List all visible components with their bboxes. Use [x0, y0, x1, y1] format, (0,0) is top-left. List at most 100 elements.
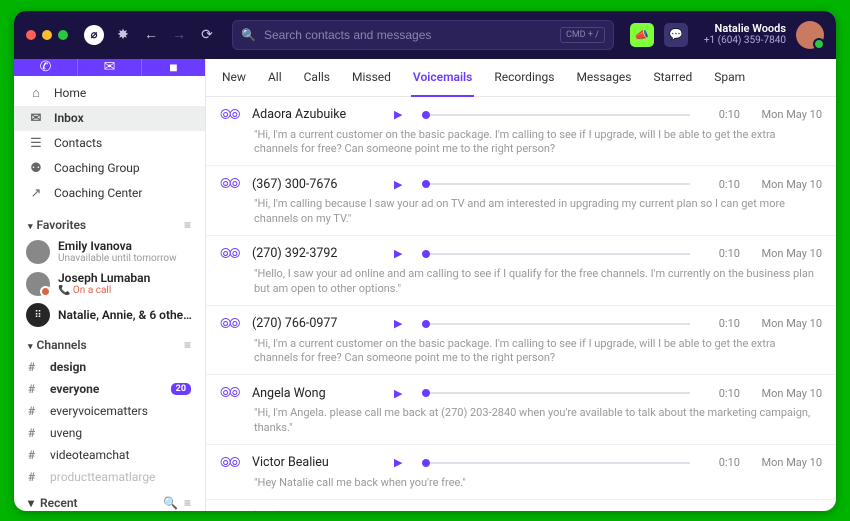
chevron-down-icon: ▾ [28, 222, 33, 232]
forward-icon[interactable]: → [170, 26, 188, 43]
hash-icon: # [28, 382, 40, 396]
nav-home[interactable]: ⌂Home [14, 80, 205, 106]
refresh-icon[interactable]: ⟳ [198, 27, 216, 43]
search-input[interactable] [264, 28, 552, 42]
channels-label: Channels [37, 338, 87, 352]
megaphone-icon: 📣 [634, 28, 649, 42]
video-button[interactable]: ■ [141, 59, 205, 76]
external-icon: ↗ [28, 186, 44, 201]
play-button[interactable]: ▶ [394, 108, 402, 121]
tab-messages[interactable]: Messages [574, 59, 633, 95]
maximize-window[interactable] [58, 30, 68, 40]
reorder-icon[interactable]: ≡ [184, 218, 191, 232]
reorder-icon[interactable]: ≡ [184, 338, 191, 352]
channel-everyone[interactable]: #everyone20 [14, 378, 205, 400]
settings-icon[interactable]: ✸ [114, 27, 132, 43]
back-icon[interactable]: ← [142, 26, 160, 43]
play-button[interactable]: ▶ [394, 317, 402, 330]
tab-recordings[interactable]: Recordings [492, 59, 556, 95]
tab-missed[interactable]: Missed [350, 59, 393, 95]
channel-name: productteamatlarge [50, 470, 155, 484]
voicemail-row[interactable]: ⦾⦾(270) 392-3792▶0:10Mon May 10"Hello, I… [206, 236, 836, 306]
reorder-icon[interactable]: ≡ [184, 496, 191, 510]
progress-track[interactable] [422, 462, 690, 464]
announce-button[interactable]: 📣 [630, 23, 654, 47]
user-avatar[interactable] [796, 21, 824, 49]
channel-everyvoicematters[interactable]: #everyvoicematters [14, 400, 205, 422]
search-bar[interactable]: 🔍 CMD + / [232, 20, 614, 50]
voicemail-row[interactable]: ⦾⦾(367) 300-7676▶0:10Mon May 10"Hi, I'm … [206, 166, 836, 236]
tab-new[interactable]: New [220, 59, 248, 95]
voicemail-icon: ⦾⦾ [220, 176, 240, 192]
favorite-status: Unavailable until tomorrow [58, 253, 177, 265]
voicemail-row[interactable]: ⦾⦾Victor Bealieu▶0:10Mon May 10"Hey Nata… [206, 445, 836, 500]
filter-tabs: New All Calls Missed Voicemails Recordings Mes… [206, 59, 836, 97]
nav-contacts[interactable]: ☰Contacts [14, 131, 205, 156]
favorites-label: Favorites [37, 218, 87, 232]
nav-label: Coaching Group [54, 161, 140, 175]
progress-track[interactable] [422, 183, 690, 185]
chat-button[interactable]: 💬 [664, 23, 688, 47]
action-bar: ✆ ✉ ■ [14, 59, 205, 76]
voicemail-icon: ⦾⦾ [220, 246, 240, 262]
progress-track[interactable] [422, 253, 690, 255]
hash-icon: # [28, 426, 40, 440]
channel-productteamatlarge[interactable]: # productteamatlarge [14, 466, 205, 488]
window-controls [26, 30, 68, 40]
message-icon: ✉ [104, 59, 116, 75]
duration: 0:10 [710, 178, 740, 191]
play-button[interactable]: ▶ [394, 456, 402, 469]
favorite-name: Joseph Lumaban [58, 271, 150, 285]
date: Mon May 10 [752, 108, 822, 121]
hash-icon: # [28, 470, 40, 484]
video-icon: ■ [169, 59, 177, 76]
voicemail-icon: ⦾⦾ [220, 316, 240, 332]
play-button[interactable]: ▶ [394, 387, 402, 400]
play-button[interactable]: ▶ [394, 247, 402, 260]
transcript: "Hello, I saw your ad online and am call… [220, 262, 822, 297]
play-button[interactable]: ▶ [394, 178, 402, 191]
voicemail-row[interactable]: ⦾⦾Angela Wong▶0:10Mon May 10"Hi, I'm Ang… [206, 375, 836, 445]
voicemail-icon: ⦾⦾ [220, 107, 240, 123]
nav-external[interactable]: ↗Coaching Center [14, 181, 205, 206]
transcript: "Hi, I'm calling because I saw your ad o… [220, 192, 822, 227]
home-icon: ⌂ [28, 85, 44, 101]
progress-track[interactable] [422, 114, 690, 116]
nav-group[interactable]: ⚉Coaching Group [14, 156, 205, 181]
progress-track[interactable] [422, 392, 690, 394]
app-logo[interactable]: ⌀ [84, 25, 104, 45]
channel-design[interactable]: #design [14, 356, 205, 378]
channels-header[interactable]: ▾Channels ≡ [14, 330, 205, 356]
tab-calls[interactable]: Calls [302, 59, 332, 95]
favorite-item[interactable]: ⠿Natalie, Annie, & 6 others [14, 300, 205, 330]
tab-all[interactable]: All [266, 59, 284, 95]
channel-uveng[interactable]: #uveng [14, 422, 205, 444]
favorite-item[interactable]: Emily IvanovaUnavailable until tomorrow [14, 236, 205, 268]
channel-name: everyone [50, 382, 99, 396]
caller-name: Angela Wong [252, 386, 382, 401]
favorites-header[interactable]: ▾ Favorites ≡ [14, 210, 205, 236]
minimize-window[interactable] [42, 30, 52, 40]
duration: 0:10 [710, 317, 740, 330]
message-button[interactable]: ✉ [77, 59, 141, 76]
channel-videoteamchat[interactable]: #videoteamchat [14, 444, 205, 466]
call-button[interactable]: ✆ [14, 59, 77, 76]
voicemail-row[interactable]: ⦾⦾(270) 766-0977▶0:10Mon May 10"Hi, I'm … [206, 306, 836, 376]
shortcut-hint: CMD + / [560, 27, 605, 43]
search-icon[interactable]: 🔍 [163, 496, 178, 510]
date: Mon May 10 [752, 247, 822, 260]
tab-spam[interactable]: Spam [712, 59, 747, 95]
nav-inbox[interactable]: ✉Inbox [14, 106, 205, 131]
current-user[interactable]: Natalie Woods +1 (604) 359-7840 [704, 22, 786, 47]
voicemail-row[interactable]: ⦾⦾Adaora Azubuike▶0:10Mon May 10"Hi, I'm… [206, 97, 836, 167]
voicemail-row[interactable]: ⦾⦾(270) 100-3820▶0:10Mon May 10"Hi I wan… [206, 500, 836, 511]
tab-voicemails[interactable]: Voicemails [411, 59, 474, 97]
close-window[interactable] [26, 30, 36, 40]
date: Mon May 10 [752, 317, 822, 330]
favorite-status: 📞 On a call [58, 285, 150, 297]
favorite-item[interactable]: Joseph Lumaban📞 On a call [14, 268, 205, 300]
caller-name: (367) 300-7676 [252, 177, 382, 192]
progress-track[interactable] [422, 323, 690, 325]
recent-header[interactable]: ▾ Recent 🔍 ≡ [14, 488, 205, 510]
tab-starred[interactable]: Starred [652, 59, 695, 95]
